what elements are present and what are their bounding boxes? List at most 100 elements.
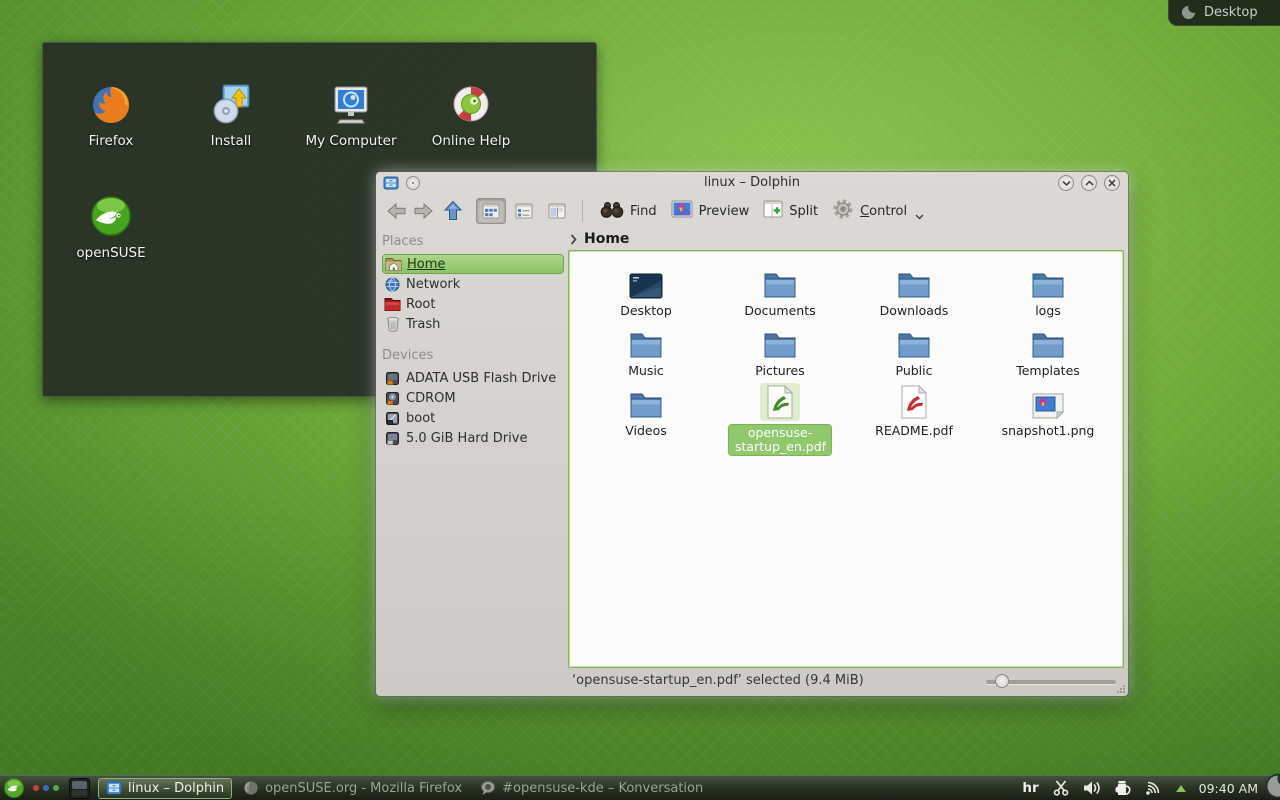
folder-icon <box>757 263 803 301</box>
pager-desktop-2[interactable] <box>72 790 87 796</box>
desktop-icon <box>623 263 669 301</box>
firefox-gray-icon <box>243 780 259 796</box>
partition-icon <box>384 410 401 426</box>
breadcrumb-home[interactable]: Home <box>584 231 629 247</box>
columns-view-button[interactable] <box>542 198 572 224</box>
task-linux-dolphin[interactable]: linux – Dolphin <box>98 778 232 799</box>
desktop-icon-label: Install <box>211 133 252 149</box>
file-desktop[interactable]: Desktop <box>581 263 711 323</box>
file-videos[interactable]: Videos <box>581 383 711 443</box>
folder-icon <box>757 323 803 361</box>
device-adata-usb-flash-drive[interactable]: ADATA USB Flash Drive <box>382 368 564 388</box>
file-readme-pdf[interactable]: README.pdf <box>849 383 979 443</box>
desktop-icon-opensuse[interactable]: openSUSE <box>51 191 171 261</box>
online-help-icon <box>446 79 496 129</box>
file-music[interactable]: Music <box>581 323 711 383</box>
device-boot[interactable]: boot <box>382 408 564 428</box>
desktop-icon-install[interactable]: Install <box>171 79 291 149</box>
device-5-0-gib-hard-drive[interactable]: 5.0 GiB Hard Drive <box>382 428 564 448</box>
my-computer-icon <box>326 79 376 129</box>
places-list: Home Network Root Trash <box>382 254 564 334</box>
back-button[interactable] <box>384 198 410 224</box>
network-icon[interactable] <box>1145 780 1163 796</box>
icons-view-button[interactable] <box>476 198 506 224</box>
file-documents[interactable]: Documents <box>715 263 845 323</box>
desktop-icon-label: My Computer <box>305 133 396 149</box>
application-launcher-button[interactable] <box>3 777 25 799</box>
maximize-button[interactable] <box>1081 175 1097 191</box>
place-root[interactable]: Root <box>382 294 564 314</box>
taskbar: linux – Dolphin openSUSE.org - Mozilla F… <box>0 775 1280 800</box>
desktop-toolbox[interactable]: Desktop <box>1168 0 1280 26</box>
pager-desktop-1[interactable] <box>72 781 87 789</box>
pdf-red-icon <box>894 383 934 421</box>
desktop-toolbox-label: Desktop <box>1204 5 1258 20</box>
folder-icon <box>891 323 937 361</box>
control-label: Control <box>860 204 907 219</box>
device-notifier-icon[interactable] <box>1114 780 1132 797</box>
breadcrumb: Home <box>570 228 629 250</box>
file-pictures[interactable]: Pictures <box>715 323 845 383</box>
forward-button[interactable] <box>410 198 436 224</box>
devices-list: ADATA USB Flash Drive CDROM boot 5.0 GiB… <box>382 368 564 448</box>
folder-icon <box>623 323 669 361</box>
panel-toolbox-cashew[interactable] <box>1265 773 1280 799</box>
statusbar: ‘opensuse-startup_en.pdf’ selected (9.4 … <box>376 668 1128 696</box>
place-network[interactable]: Network <box>382 274 564 294</box>
split-icon <box>763 200 783 222</box>
split-button[interactable]: Split <box>756 197 825 225</box>
tray-expander-icon[interactable] <box>1176 785 1186 792</box>
file-grid: Desktop Documents Downloads logs Music P… <box>569 251 1123 443</box>
close-button[interactable] <box>1104 175 1120 191</box>
split-label: Split <box>789 204 818 219</box>
cdrom-icon <box>384 390 401 406</box>
zoom-slider-handle[interactable] <box>995 674 1009 688</box>
desktop-icon-firefox[interactable]: Firefox <box>51 79 171 149</box>
resize-grip[interactable] <box>1117 685 1125 693</box>
file-view[interactable]: Desktop Documents Downloads logs Music P… <box>568 250 1124 668</box>
file-snapshot1-png[interactable]: snapshot1.png <box>983 383 1113 443</box>
zoom-slider[interactable] <box>986 677 1116 685</box>
green-dot-icon <box>53 785 59 791</box>
keyboard-layout-indicator[interactable]: hr <box>1022 780 1038 796</box>
pdf-green-icon <box>760 383 800 421</box>
desktop-pager[interactable] <box>69 778 90 799</box>
toolbar: Find Preview Split Control <box>376 194 1128 228</box>
minimize-button[interactable] <box>1058 175 1074 191</box>
places-header: Places <box>382 232 564 252</box>
folder-icon <box>891 263 937 301</box>
desktop-icon-online-help[interactable]: Online Help <box>411 79 531 149</box>
file-downloads[interactable]: Downloads <box>849 263 979 323</box>
file-templates[interactable]: Templates <box>983 323 1113 383</box>
details-view-button[interactable] <box>509 198 539 224</box>
blue-dot-icon <box>43 785 49 791</box>
volume-icon[interactable] <box>1083 780 1101 796</box>
root-icon <box>384 296 401 312</box>
up-button[interactable] <box>440 198 466 224</box>
place-trash[interactable]: Trash <box>382 314 564 334</box>
network-icon <box>384 276 401 292</box>
window-title: linux – Dolphin <box>376 175 1128 190</box>
clock[interactable]: 09:40 AM <box>1199 781 1258 796</box>
klipper-scissors-icon[interactable] <box>1052 780 1070 796</box>
device-cdrom[interactable]: CDROM <box>382 388 564 408</box>
preview-button[interactable]: Preview <box>664 197 757 225</box>
quicklaunch-dots[interactable] <box>33 785 59 791</box>
firefox-icon <box>86 79 136 129</box>
control-button[interactable]: Control <box>825 197 931 225</box>
folder-icon <box>623 383 669 421</box>
desktop-icon-label: openSUSE <box>76 245 145 261</box>
desktop-icon-my-computer[interactable]: My Computer <box>291 79 411 149</box>
file-opensuse-startup-en-pdf[interactable]: opensuse-startup_en.pdf <box>715 383 845 443</box>
find-button[interactable]: Find <box>593 197 664 225</box>
desktop: { "desktop": { "toolbox_label": "Desktop… <box>0 0 1280 800</box>
file-public[interactable]: Public <box>849 323 979 383</box>
titlebar[interactable]: linux – Dolphin <box>376 172 1128 194</box>
task-opensuse-kde-konversation[interactable]: #opensuse-kde – Konversation <box>473 778 710 799</box>
dolphin-window: linux – Dolphin <box>376 172 1128 696</box>
dolphin-icon <box>106 780 122 796</box>
file-logs[interactable]: logs <box>983 263 1113 323</box>
place-home[interactable]: Home <box>382 254 564 274</box>
task-opensuse-org-mozilla-firefox[interactable]: openSUSE.org - Mozilla Firefox <box>236 778 469 799</box>
breadcrumb-chevron-icon <box>570 230 577 249</box>
